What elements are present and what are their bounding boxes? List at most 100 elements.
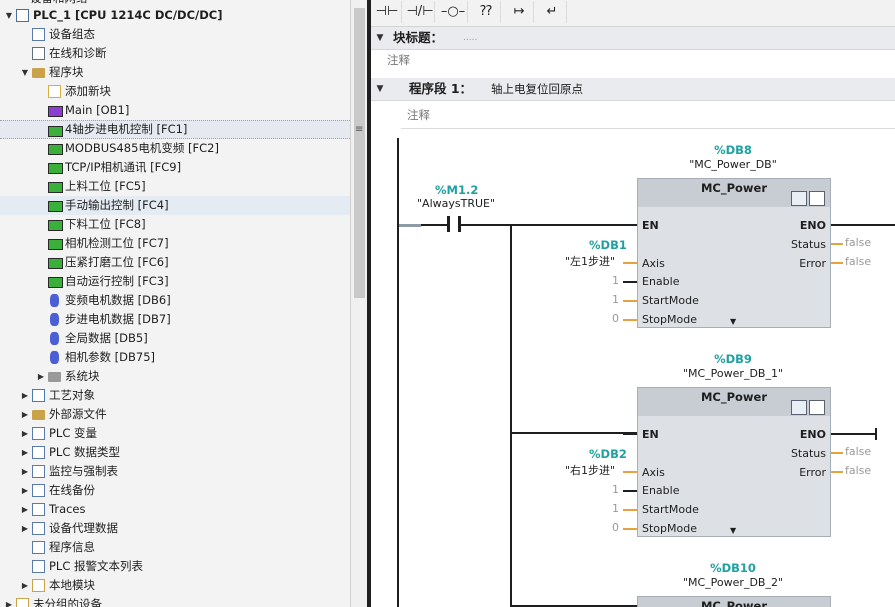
empty-box-button[interactable]: ⁇ [472, 1, 501, 23]
tree-item-ungrouped-devices[interactable]: ▶ 未分组的设备 [0, 595, 350, 607]
tree-scrollbar[interactable]: ≡ [350, 0, 368, 607]
tree-item-main-ob1[interactable]: Main [OB1] [0, 101, 350, 120]
instance-db-address: %DB8 [714, 143, 752, 157]
expand-pins-icon[interactable]: ▼ [730, 526, 736, 535]
tree-item-fc1[interactable]: 4轴步进电机控制 [FC1] [0, 120, 350, 139]
axis-symbol[interactable]: "左1步进" [565, 253, 615, 269]
tree-item-online-diag[interactable]: 在线和诊断 [0, 44, 350, 63]
network-comment[interactable]: 注释 [407, 107, 430, 123]
mc-power-block[interactable]: MC_Power [637, 596, 831, 607]
tree-item-plc-1[interactable]: ▼ PLC_1 [CPU 1214C DC/DC/DC] [0, 6, 350, 25]
scrollbar-thumb[interactable] [354, 8, 365, 298]
open-branch-icon: ↦ [513, 4, 525, 19]
collapse-arrow-icon[interactable]: ▼ [4, 6, 14, 25]
expand-arrow-icon[interactable]: ▶ [20, 424, 30, 443]
axis-db-address: %DB1 [589, 238, 627, 252]
expand-pins-icon[interactable]: ▼ [730, 317, 736, 326]
expand-arrow-icon[interactable]: ▶ [20, 500, 30, 519]
tree-item-device-config[interactable]: 设备组态 [0, 25, 350, 44]
block-help-icon[interactable] [809, 400, 825, 415]
tree-item-fc3[interactable]: 自动运行控制 [FC3] [0, 272, 350, 291]
open-branch-button[interactable]: ↦ [505, 1, 534, 23]
mc-power-block[interactable]: MC_Power EN ENO Axis Enable StartMode StopMode… [637, 178, 831, 328]
tree-item-plc-tags[interactable]: ▶ PLC 变量 [0, 424, 350, 443]
block-title-value[interactable]: ..... [463, 33, 477, 43]
network-header[interactable]: ▼ 程序段 1： 轴上电复位回原点 [371, 78, 895, 101]
tree-item-fc6[interactable]: 压紧打磨工位 [FC6] [0, 253, 350, 272]
tree-item-program-blocks[interactable]: ▼ 程序块 [0, 63, 350, 82]
tree-item-plc-datatypes[interactable]: ▶ PLC 数据类型 [0, 443, 350, 462]
tree-item-watch-tables[interactable]: ▶ 监控与强制表 [0, 462, 350, 481]
pin-stopmode: StopMode [642, 313, 697, 326]
coil-icon: –○– [440, 4, 466, 19]
tree-item-system-blocks[interactable]: ▶ 系统块 [0, 367, 350, 386]
tree-item-traces[interactable]: ▶ Traces [0, 500, 350, 519]
tree-item-label: 设备组态 [49, 27, 95, 41]
startmode-value[interactable]: 1 [607, 293, 619, 306]
stopmode-value[interactable]: 0 [607, 312, 619, 325]
axis-symbol[interactable]: "右1步进" [565, 462, 615, 478]
block-diagnostic-icon[interactable] [791, 191, 807, 206]
block-comment[interactable]: 注释 [387, 52, 410, 68]
tree-item-db6[interactable]: 变频电机数据 [DB6] [0, 291, 350, 310]
expand-arrow-icon[interactable]: ▶ [20, 443, 30, 462]
expand-arrow-icon[interactable]: ▶ [20, 405, 30, 424]
tree-item-label: 系统块 [65, 369, 100, 383]
error-value[interactable]: false [845, 464, 871, 477]
tree-item-fc5[interactable]: 上料工位 [FC5] [0, 177, 350, 196]
tree-item-fc7[interactable]: 相机检测工位 [FC7] [0, 234, 350, 253]
collapse-arrow-icon[interactable]: ▼ [20, 63, 30, 82]
tree-item-alarm-texts[interactable]: PLC 报警文本列表 [0, 557, 350, 576]
mc-power-block[interactable]: MC_Power EN ENO Axis Enable StartMode StopMode… [637, 387, 831, 537]
tree-item-label: 变频电机数据 [DB6] [65, 293, 171, 307]
block-diagnostic-icon[interactable] [791, 400, 807, 415]
error-value[interactable]: false [845, 255, 871, 268]
stopmode-value[interactable]: 0 [607, 521, 619, 534]
tree-item-label: 监控与强制表 [49, 464, 118, 478]
collapse-network-icon[interactable]: ▼ [375, 84, 385, 94]
expand-arrow-icon[interactable]: ▶ [20, 462, 30, 481]
expand-arrow-icon[interactable]: ▶ [20, 519, 30, 538]
no-contact-button[interactable]: ⊣⊢ [373, 1, 402, 23]
tree-item-online-backups[interactable]: ▶ 在线备份 [0, 481, 350, 500]
block-title-bar[interactable]: ▼ 块标题： ..... [371, 27, 895, 50]
close-branch-button[interactable]: ↵ [538, 1, 567, 23]
tree-item-fc9[interactable]: TCP/IP相机通讯 [FC9] [0, 158, 350, 177]
expand-arrow-icon[interactable]: ▶ [20, 481, 30, 500]
enable-value[interactable]: 1 [607, 274, 619, 287]
tree-item-db75[interactable]: 相机参数 [DB75] [0, 348, 350, 367]
collapse-block-title-icon[interactable]: ▼ [375, 33, 385, 43]
no-contact-icon: ⊣⊢ [375, 4, 399, 19]
nc-contact-button[interactable]: ⊣/⊢ [406, 1, 435, 23]
tree-item-db5[interactable]: 全局数据 [DB5] [0, 329, 350, 348]
tree-item-fc4[interactable]: 手动输出控制 [FC4] [0, 196, 350, 215]
expand-arrow-icon[interactable]: ▶ [20, 576, 30, 595]
tree-item-label: Main [OB1] [65, 103, 130, 117]
status-value[interactable]: false [845, 236, 871, 249]
tree-item-fc8[interactable]: 下料工位 [FC8] [0, 215, 350, 234]
expand-arrow-icon[interactable]: ▶ [20, 386, 30, 405]
status-value[interactable]: false [845, 445, 871, 458]
expand-arrow-icon[interactable]: ▶ [36, 367, 46, 386]
enable-value[interactable]: 1 [607, 483, 619, 496]
network-title[interactable]: 轴上电复位回原点 [491, 78, 583, 100]
startmode-value[interactable]: 1 [607, 502, 619, 515]
instance-db-symbol[interactable]: "MC_Power_DB" [637, 158, 829, 171]
coil-button[interactable]: –○– [439, 1, 468, 23]
tree-item-program-info[interactable]: 程序信息 [0, 538, 350, 557]
tree-item-device-proxy[interactable]: ▶ 设备代理数据 [0, 519, 350, 538]
stopmode-wire [623, 528, 637, 530]
fc-icon [48, 201, 63, 212]
instance-db-symbol[interactable]: "MC_Power_DB_2" [637, 576, 829, 589]
instance-db-symbol[interactable]: "MC_Power_DB_1" [637, 367, 829, 380]
block-help-icon[interactable] [809, 191, 825, 206]
tree-item-fc2[interactable]: MODBUS485电机变频 [FC2] [0, 139, 350, 158]
tree-item-db7[interactable]: 步进电机数据 [DB7] [0, 310, 350, 329]
tree-item-label: 程序块 [49, 65, 84, 79]
wire [623, 433, 637, 435]
tree-item-external-sources[interactable]: ▶ 外部源文件 [0, 405, 350, 424]
expand-arrow-icon[interactable]: ▶ [4, 595, 14, 607]
tree-item-local-modules[interactable]: ▶ 本地模块 [0, 576, 350, 595]
tree-item-add-new-block[interactable]: 添加新块 [0, 82, 350, 101]
tree-item-tech-objects[interactable]: ▶ 工艺对象 [0, 386, 350, 405]
